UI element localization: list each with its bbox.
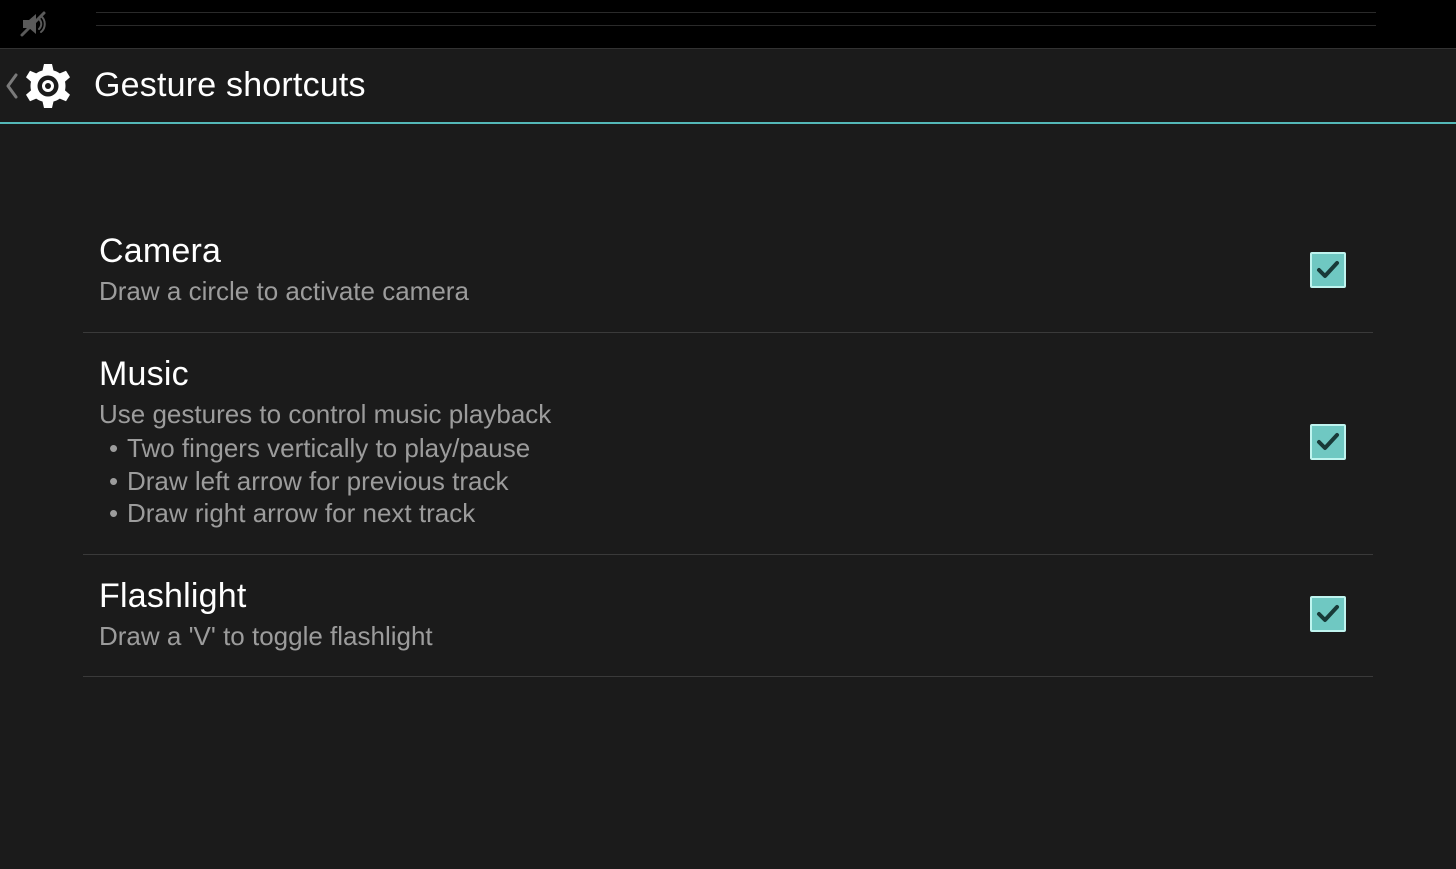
bullet-item: Two fingers vertically to play/pause [113, 432, 1259, 465]
chevron-left-icon [4, 72, 20, 100]
setting-text: Flashlight Draw a 'V' to toggle flashlig… [99, 577, 1283, 653]
back-button[interactable] [4, 49, 84, 122]
bullet-item: Draw left arrow for previous track [113, 465, 1259, 498]
checkbox-music[interactable] [1310, 424, 1346, 460]
setting-text: Camera Draw a circle to activate camera [99, 232, 1283, 308]
checkbox-camera[interactable] [1310, 252, 1346, 288]
status-line [96, 12, 1376, 13]
setting-title: Music [99, 355, 1259, 394]
bullet-item: Draw right arrow for next track [113, 497, 1259, 530]
setting-row-camera[interactable]: Camera Draw a circle to activate camera [83, 210, 1373, 333]
gear-icon [22, 60, 74, 112]
action-bar: Gesture shortcuts [0, 48, 1456, 124]
status-line [96, 25, 1376, 26]
checkmark-icon [1315, 257, 1341, 283]
mute-icon [16, 7, 50, 41]
setting-description-bullets: Two fingers vertically to play/pause Dra… [99, 432, 1259, 530]
content-area: Camera Draw a circle to activate camera … [0, 124, 1456, 869]
setting-text: Music Use gestures to control music play… [99, 355, 1283, 530]
setting-description: Draw a 'V' to toggle flashlight [99, 620, 1259, 653]
setting-description-lead: Use gestures to control music playback [99, 399, 551, 429]
setting-row-flashlight[interactable]: Flashlight Draw a 'V' to toggle flashlig… [83, 555, 1373, 678]
checkmark-icon [1315, 601, 1341, 627]
setting-row-music[interactable]: Music Use gestures to control music play… [83, 333, 1373, 555]
checkmark-icon [1315, 429, 1341, 455]
settings-list: Camera Draw a circle to activate camera … [83, 210, 1373, 677]
setting-description: Draw a circle to activate camera [99, 275, 1259, 308]
page-title: Gesture shortcuts [94, 66, 366, 105]
checkbox-flashlight[interactable] [1310, 596, 1346, 632]
status-bar[interactable] [0, 0, 1456, 48]
setting-title: Flashlight [99, 577, 1259, 616]
setting-description: Use gestures to control music playback T… [99, 398, 1259, 530]
setting-title: Camera [99, 232, 1259, 271]
